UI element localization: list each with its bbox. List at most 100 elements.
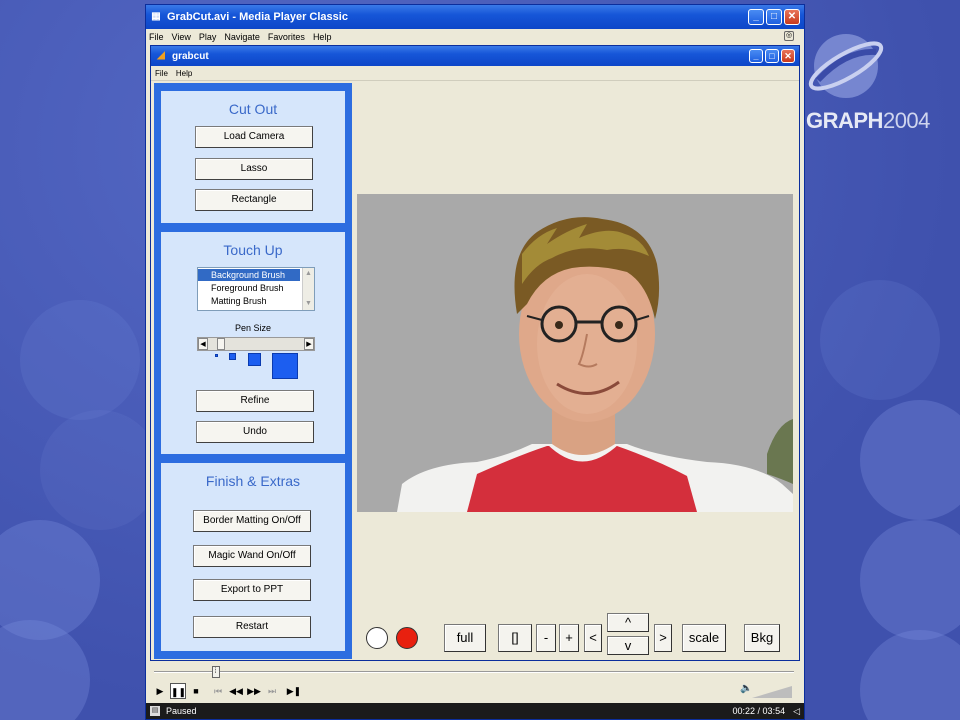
red-color-swatch[interactable] [396, 627, 418, 649]
menu-view[interactable]: View [172, 32, 191, 42]
scale-button[interactable]: scale [682, 624, 726, 652]
volume-slider[interactable] [752, 684, 792, 698]
slider-left-arrow-icon[interactable]: ◀ [198, 338, 208, 350]
slider-right-arrow-icon[interactable]: ▶ [304, 338, 314, 350]
background-button[interactable]: Bkg [744, 624, 780, 652]
full-button[interactable]: full [444, 624, 486, 652]
maximize-button[interactable]: □ [766, 9, 782, 25]
next-icon[interactable]: ⏭ [264, 683, 280, 699]
cut-out-group: Cut Out Load Camera Lasso Rectangle [161, 91, 345, 223]
pan-up-button[interactable]: ^ [607, 613, 649, 632]
grabcut-menubar: File Help [151, 66, 799, 81]
grabcut-window: ◢ grabcut _ □ ✕ File Help Cut Out Load C… [150, 45, 800, 661]
status-speaker-icon[interactable]: ◁ [793, 706, 800, 717]
volume-icon[interactable]: 🔈 [740, 683, 752, 694]
siggraph-logo: GRAPH2004 [806, 30, 956, 140]
menu-favorites[interactable]: Favorites [268, 32, 305, 42]
window-title: GrabCut.avi - Media Player Classic [167, 11, 348, 23]
grabcut-menu-help[interactable]: Help [176, 69, 192, 78]
scroll-down-icon[interactable]: ▼ [303, 298, 314, 309]
pen-size-large-swatch [272, 353, 298, 379]
border-matting-button[interactable]: Border Matting On/Off [193, 510, 311, 532]
menu-file[interactable]: File [149, 32, 164, 42]
playback-toolbar: ▶ ❚❚ ■ ⏮ ◀◀ ▶▶ ⏭ ▶❚ 🔈 [150, 681, 800, 701]
brush-listbox[interactable]: Background Brush Foreground Brush Mattin… [197, 267, 315, 311]
pause-icon[interactable]: ❚❚ [170, 683, 186, 699]
undo-button[interactable]: Undo [196, 421, 314, 443]
white-color-swatch[interactable] [366, 627, 388, 649]
previous-icon[interactable]: ⏮ [210, 683, 226, 699]
app-icon: ▦ [151, 11, 161, 22]
grabcut-titlebar[interactable]: ◢ grabcut _ □ ✕ [151, 46, 799, 66]
pen-size-label: Pen Size [234, 323, 272, 333]
touch-up-title: Touch Up [223, 242, 283, 258]
pan-left-button[interactable]: < [584, 624, 602, 652]
export-ppt-button[interactable]: Export to PPT [193, 579, 311, 601]
logo-wordmark: GRAPH2004 [806, 108, 930, 133]
brush-option-background[interactable]: Background Brush [198, 269, 300, 281]
playback-status: Paused [166, 706, 197, 716]
restart-button[interactable]: Restart [193, 616, 311, 638]
seek-thumb[interactable]: ⁞ [211, 666, 220, 678]
status-bar: ▤ Paused 00:22 / 03:54 ◁ [146, 703, 804, 719]
pen-size-tiny-swatch [215, 354, 218, 357]
frame-step-icon[interactable]: ▶❚ [286, 683, 302, 699]
brush-option-matting[interactable]: Matting Brush [198, 295, 314, 307]
matlab-icon: ◢ [157, 50, 165, 61]
grabcut-title: grabcut [172, 50, 209, 62]
media-player-window: ▦ GrabCut.avi - Media Player Classic _ □… [145, 4, 805, 720]
play-icon[interactable]: ▶ [152, 683, 168, 699]
person-cutout-image [357, 194, 793, 512]
zoom-in-button[interactable]: + [559, 624, 579, 652]
rectangle-button[interactable]: Rectangle [195, 189, 313, 211]
listbox-scrollbar[interactable]: ▲ ▼ [302, 268, 314, 310]
slider-thumb[interactable] [217, 338, 225, 350]
menu-navigate[interactable]: Navigate [224, 32, 260, 42]
tools-panel: Cut Out Load Camera Lasso Rectangle Touc… [154, 83, 352, 659]
grabcut-minimize-button[interactable]: _ [749, 49, 763, 63]
decorative-circle [20, 300, 140, 420]
grabcut-maximize-button[interactable]: □ [765, 49, 779, 63]
globe-icon [808, 34, 884, 98]
touch-up-group: Touch Up Background Brush Foreground Bru… [161, 232, 345, 454]
scroll-up-icon[interactable]: ▲ [303, 268, 314, 279]
decorative-circle [860, 630, 960, 720]
grabcut-close-button[interactable]: ✕ [781, 49, 795, 63]
fast-forward-icon[interactable]: ▶▶ [246, 683, 262, 699]
decorative-circle [820, 280, 940, 400]
fit-button[interactable]: [] [498, 624, 532, 652]
pen-size-small-swatch [229, 353, 236, 360]
pan-right-button[interactable]: > [654, 624, 672, 652]
menu-play[interactable]: Play [199, 32, 217, 42]
seek-track[interactable] [154, 671, 794, 673]
finish-extras-group: Finish & Extras Border Matting On/Off Ma… [161, 463, 345, 651]
load-camera-button[interactable]: Load Camera [195, 126, 313, 148]
close-button[interactable]: ✕ [784, 9, 800, 25]
segmented-photo[interactable] [357, 194, 793, 512]
decorative-circle [860, 400, 960, 520]
cut-out-title: Cut Out [228, 101, 278, 117]
menu-help[interactable]: Help [313, 32, 332, 42]
grabcut-menu-file[interactable]: File [155, 69, 168, 78]
pen-size-slider[interactable]: ◀ ▶ [197, 337, 315, 351]
decorative-circle [0, 620, 90, 720]
magic-wand-button[interactable]: Magic Wand On/Off [193, 545, 311, 567]
image-canvas[interactable]: full [] - + < ^ v > scale Bkg [356, 83, 797, 659]
rewind-icon[interactable]: ◀◀ [228, 683, 244, 699]
stop-icon[interactable]: ■ [188, 683, 204, 699]
zoom-out-button[interactable]: - [536, 624, 556, 652]
status-icon: ▤ [150, 706, 160, 716]
minimize-button[interactable]: _ [748, 9, 764, 25]
seek-bar[interactable]: ⁞ [150, 665, 800, 679]
lasso-button[interactable]: Lasso [195, 158, 313, 180]
refine-button[interactable]: Refine [196, 390, 314, 412]
media-player-titlebar[interactable]: ▦ GrabCut.avi - Media Player Classic _ □… [146, 5, 804, 29]
pen-size-medium-swatch [248, 353, 261, 366]
pan-down-button[interactable]: v [607, 636, 649, 655]
finish-extras-title: Finish & Extras [205, 473, 301, 489]
decorative-circle [40, 410, 160, 530]
player-menubar: File View Play Navigate Favorites Help ◎ [146, 29, 804, 44]
pin-icon[interactable]: ◎ [784, 31, 794, 41]
brush-option-foreground[interactable]: Foreground Brush [198, 282, 314, 294]
decorative-circle [860, 520, 960, 640]
